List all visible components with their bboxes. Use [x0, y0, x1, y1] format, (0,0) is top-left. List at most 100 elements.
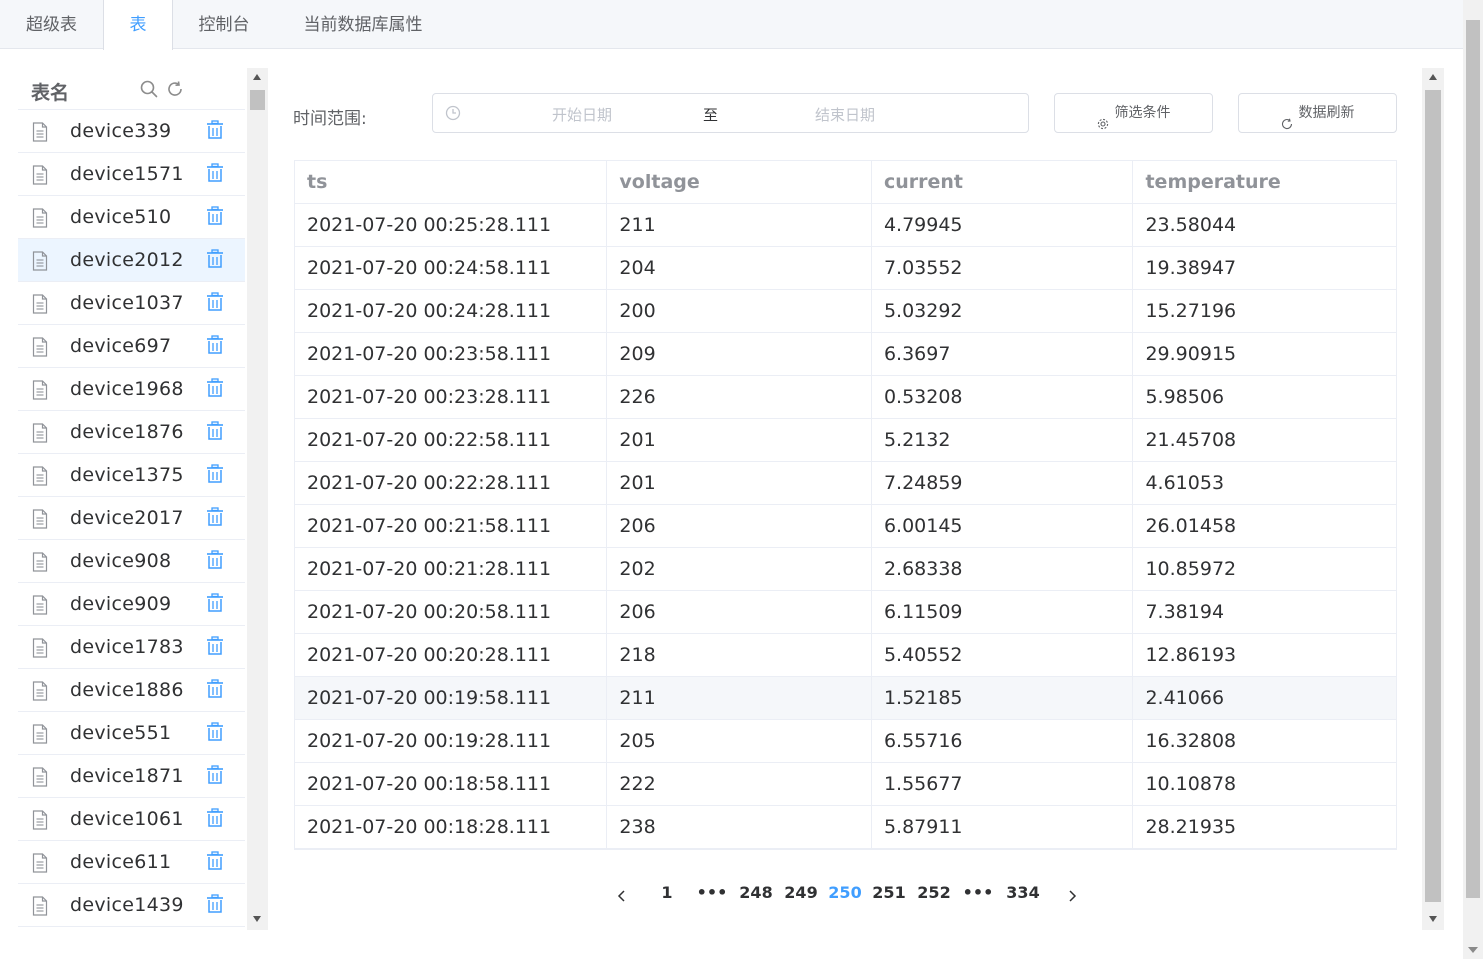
column-header[interactable]: voltage [607, 161, 872, 204]
page-252[interactable]: 252 [917, 881, 951, 905]
table-name-label[interactable]: device1571 [70, 163, 184, 185]
table-list-item[interactable]: device611 [18, 841, 245, 884]
table-name-label[interactable]: device697 [70, 335, 171, 357]
delete-icon[interactable] [206, 507, 224, 527]
scroll-down-arrow-icon[interactable] [1429, 916, 1437, 922]
table-name-label[interactable]: device1061 [70, 808, 184, 830]
page-250-current[interactable]: 250 [828, 881, 862, 905]
start-date-input[interactable]: 开始日期 [513, 104, 651, 125]
table-row[interactable]: 2021-07-20 00:23:28.111 226 0.53208 5.98506 [295, 376, 1396, 419]
table-list-item[interactable]: device1061 [18, 798, 245, 841]
end-date-input[interactable]: 结束日期 [776, 104, 914, 125]
table-list-item[interactable]: device339 [18, 110, 245, 153]
refresh-icon[interactable] [166, 80, 184, 98]
delete-icon[interactable] [206, 636, 224, 656]
delete-icon[interactable] [206, 722, 224, 742]
table-name-label[interactable]: device909 [70, 593, 171, 615]
refresh-data-button[interactable]: 数据刷新 [1238, 93, 1397, 133]
table-name-label[interactable]: device1876 [70, 421, 184, 443]
delete-icon[interactable] [206, 421, 224, 441]
table-row[interactable]: 2021-07-20 00:22:58.111 201 5.2132 21.45708 [295, 419, 1396, 462]
table-row[interactable]: 2021-07-20 00:21:58.111 206 6.00145 26.0145… [295, 505, 1396, 548]
table-name-label[interactable]: device2012 [70, 249, 184, 271]
scroll-up-arrow-icon[interactable] [253, 74, 261, 80]
column-header[interactable]: temperature [1133, 161, 1396, 204]
scrollbar-thumb[interactable] [1425, 90, 1441, 902]
scrollbar-thumb[interactable] [1466, 20, 1480, 898]
page-ellipsis-next[interactable]: ••• [961, 881, 995, 905]
table-list-item[interactable]: device697 [18, 325, 245, 368]
table-name-label[interactable]: device1375 [70, 464, 184, 486]
table-name-label[interactable]: device1783 [70, 636, 184, 658]
delete-icon[interactable] [206, 679, 224, 699]
table-list-item[interactable]: device909 [18, 583, 245, 626]
delete-icon[interactable] [206, 593, 224, 613]
table-name-label[interactable]: device551 [70, 722, 171, 744]
page-249[interactable]: 249 [784, 881, 818, 905]
scroll-down-arrow-icon[interactable] [253, 916, 261, 922]
tab-table[interactable]: 表 [103, 0, 173, 50]
window-scrollbar[interactable] [1463, 0, 1483, 959]
table-list-item[interactable]: device1571 [18, 153, 245, 196]
table-name-label[interactable]: device611 [70, 851, 171, 873]
table-row[interactable]: 2021-07-20 00:22:28.111 201 7.24859 4.61053 [295, 462, 1396, 505]
table-list-item[interactable]: device1968 [18, 368, 245, 411]
delete-icon[interactable] [206, 378, 224, 398]
table-list-item[interactable]: device551 [18, 712, 245, 755]
table-row[interactable]: 2021-07-20 00:20:28.111 218 5.40552 12.8619… [295, 634, 1396, 677]
delete-icon[interactable] [206, 550, 224, 570]
delete-icon[interactable] [206, 292, 224, 312]
table-name-label[interactable]: device1968 [70, 378, 184, 400]
tab-console[interactable]: 控制台 [173, 0, 275, 49]
scroll-down-arrow-icon[interactable] [1468, 947, 1478, 953]
table-list-item[interactable]: device1037 [18, 282, 245, 325]
table-row[interactable]: 2021-07-20 00:19:28.111 205 6.55716 16.3280… [295, 720, 1396, 763]
table-row[interactable]: 2021-07-20 00:23:58.111 209 6.3697 29.90915 [295, 333, 1396, 376]
delete-icon[interactable] [206, 120, 224, 140]
table-list-item[interactable]: device1783 [18, 626, 245, 669]
table-list-item[interactable]: device510 [18, 196, 245, 239]
table-list-item[interactable]: device1375 [18, 454, 245, 497]
table-list-scrollbar[interactable] [247, 68, 268, 930]
table-row[interactable]: 2021-07-20 00:21:28.111 202 2.68338 10.8597… [295, 548, 1396, 591]
table-name-label[interactable]: device339 [70, 120, 171, 142]
delete-icon[interactable] [206, 206, 224, 226]
delete-icon[interactable] [206, 464, 224, 484]
page-ellipsis-prev[interactable]: ••• [695, 881, 729, 905]
filter-conditions-button[interactable]: 筛选条件 [1054, 93, 1213, 133]
table-list-item[interactable]: device2012 [18, 239, 245, 282]
scroll-up-arrow-icon[interactable] [1429, 74, 1437, 80]
tab-db-properties[interactable]: 当前数据库属性 [275, 0, 451, 49]
column-header[interactable]: current [871, 161, 1134, 204]
table-list-item[interactable]: device1886 [18, 669, 245, 712]
table-list-item[interactable]: device1439 [18, 884, 245, 927]
delete-icon[interactable] [206, 765, 224, 785]
date-range-picker[interactable]: 开始日期 至 结束日期 [432, 93, 1029, 133]
chevron-right-icon[interactable] [1067, 887, 1077, 902]
delete-icon[interactable] [206, 808, 224, 828]
table-list-item[interactable]: device1871 [18, 755, 245, 798]
page-248[interactable]: 248 [739, 881, 773, 905]
table-list-item[interactable]: device1876 [18, 411, 245, 454]
table-row[interactable]: 2021-07-20 00:18:28.111 238 5.87911 28.2193… [295, 806, 1396, 849]
table-name-label[interactable]: device1871 [70, 765, 184, 787]
table-list-item[interactable]: device908 [18, 540, 245, 583]
table-name-label[interactable]: device1886 [70, 679, 184, 701]
column-header[interactable]: ts [295, 161, 608, 204]
table-row[interactable]: 2021-07-20 00:20:58.111 206 6.11509 7.38194 [295, 591, 1396, 634]
table-name-label[interactable]: device510 [70, 206, 171, 228]
search-icon[interactable] [140, 80, 158, 98]
page-1[interactable]: 1 [650, 881, 684, 905]
tab-super-table[interactable]: 超级表 [0, 0, 103, 49]
table-row[interactable]: 2021-07-20 00:25:28.111 211 4.79945 23.5804… [295, 204, 1396, 247]
table-row[interactable]: 2021-07-20 00:19:58.111 211 1.52185 2.41066 [295, 677, 1396, 720]
table-name-label[interactable]: device908 [70, 550, 171, 572]
chevron-left-icon[interactable] [617, 887, 627, 902]
table-row[interactable]: 2021-07-20 00:24:28.111 200 5.03292 15.2719… [295, 290, 1396, 333]
delete-icon[interactable] [206, 249, 224, 269]
table-name-label[interactable]: device1439 [70, 894, 184, 916]
table-name-label[interactable]: device1037 [70, 292, 184, 314]
table-list-item[interactable]: device2017 [18, 497, 245, 540]
delete-icon[interactable] [206, 335, 224, 355]
page-334[interactable]: 334 [1006, 881, 1040, 905]
